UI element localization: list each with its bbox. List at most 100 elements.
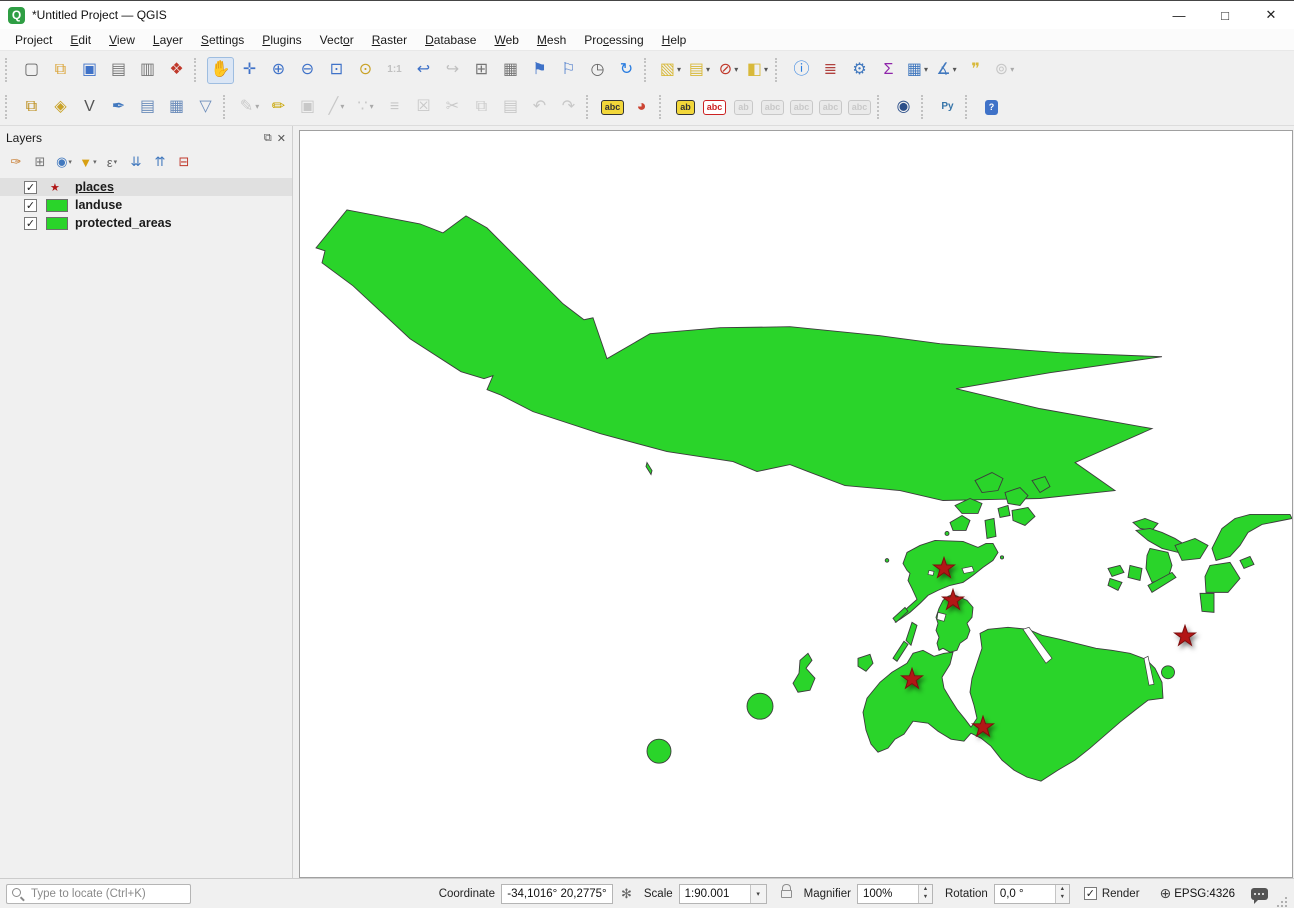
dropdown-arrow-icon[interactable]: ▾	[370, 103, 374, 111]
remove-layer-button[interactable]: ⊟	[172, 151, 196, 173]
highlight-pinned-labels-button[interactable]: abc	[701, 94, 728, 121]
dropdown-arrow-icon[interactable]: ▾	[1010, 66, 1014, 74]
menu-plugins[interactable]: Plugins	[253, 31, 310, 49]
dropdown-arrow-icon[interactable]: ▾	[255, 103, 259, 111]
rotation-up-icon[interactable]: ▲	[1060, 886, 1065, 894]
layer-checkbox[interactable]: ✓	[24, 181, 37, 194]
new-spatialite-layer-button[interactable]: ✒	[105, 94, 132, 121]
map-canvas[interactable]	[299, 130, 1293, 878]
open-attribute-table-button[interactable]: ▦▾	[904, 57, 931, 84]
measure-button[interactable]: ∡▾	[933, 57, 960, 84]
map-tips-button[interactable]: ❞	[962, 57, 989, 84]
pan-map-button[interactable]: ✋	[207, 57, 234, 84]
show-layout-manager-button[interactable]: ▥	[134, 57, 161, 84]
rotation-spinbox[interactable]: 0,0 ° ▲▼	[994, 884, 1070, 904]
select-by-location-button[interactable]: ◧▾	[744, 57, 771, 84]
new-map-view-button[interactable]: ⊞	[468, 57, 495, 84]
pan-to-selection-button[interactable]: ✛	[236, 57, 263, 84]
dropdown-arrow-icon[interactable]: ▾	[924, 66, 928, 74]
zoom-out-button[interactable]: ⊖	[294, 57, 321, 84]
dropdown-arrow-icon[interactable]: ▾	[764, 66, 768, 74]
new-print-layout-button[interactable]: ▤	[105, 57, 132, 84]
processing-toolbox-button[interactable]: ⚙	[846, 57, 873, 84]
magnifier-down-icon[interactable]: ▼	[923, 894, 928, 902]
rotation-down-icon[interactable]: ▼	[1060, 894, 1065, 902]
layer-diagram-options-button[interactable]: ◕	[628, 94, 655, 121]
scale-dropdown-icon[interactable]: ▾	[750, 885, 766, 903]
save-project-button[interactable]: ▣	[76, 57, 103, 84]
magnifier-up-icon[interactable]: ▲	[923, 886, 928, 894]
menu-help[interactable]: Help	[653, 31, 696, 49]
dropdown-arrow-icon[interactable]: ▾	[68, 158, 72, 166]
menu-vector[interactable]: Vector	[311, 31, 363, 49]
lock-scale-icon[interactable]	[781, 890, 792, 898]
identify-features-button[interactable]: ⓘ	[788, 57, 815, 84]
menu-project[interactable]: Project	[6, 31, 61, 49]
menu-mesh[interactable]: Mesh	[528, 31, 575, 49]
new-mesh-layer-button[interactable]: ▽	[192, 94, 219, 121]
toggle-editing-button[interactable]: ✏	[265, 94, 292, 121]
new-geopackage-layer-button[interactable]: ◈	[47, 94, 74, 121]
show-spatial-bookmarks-button[interactable]: ⚐	[555, 57, 582, 84]
menu-database[interactable]: Database	[416, 31, 485, 49]
layer-row-landuse[interactable]: ✓ landuse	[0, 196, 292, 214]
new-virtual-layer-button[interactable]: ▦	[163, 94, 190, 121]
new-spatial-bookmark-button[interactable]: ⚑	[526, 57, 553, 84]
pin-labels-button[interactable]: ab	[672, 94, 699, 121]
coordinate-value[interactable]: -34,1016° 20,2775°	[501, 884, 613, 904]
show-statistics-button[interactable]: Σ	[875, 57, 902, 84]
close-button[interactable]: ✕	[1248, 1, 1294, 29]
refresh-map-button[interactable]: ↻	[613, 57, 640, 84]
menu-raster[interactable]: Raster	[363, 31, 416, 49]
new-shapefile-layer-button[interactable]: V	[76, 94, 103, 121]
style-manager-button[interactable]: ❖	[163, 57, 190, 84]
python-console-button[interactable]: Py	[934, 94, 961, 121]
layer-name[interactable]: places	[75, 180, 114, 194]
minimize-button[interactable]: —	[1156, 1, 1202, 29]
layer-checkbox[interactable]: ✓	[24, 217, 37, 230]
menu-edit[interactable]: Edit	[61, 31, 100, 49]
locator-search[interactable]	[6, 884, 191, 904]
panel-float-icon[interactable]: ⧉	[264, 132, 272, 145]
deselect-features-button[interactable]: ⊘▾	[715, 57, 742, 84]
select-features-button[interactable]: ▧▾	[657, 57, 684, 84]
mouse-position-icon[interactable]: ✻	[621, 886, 632, 902]
metasearch-button[interactable]: ◉	[890, 94, 917, 121]
menu-settings[interactable]: Settings	[192, 31, 253, 49]
help-contents-button[interactable]: ?	[978, 94, 1005, 121]
new-project-button[interactable]: ▢	[18, 57, 45, 84]
layer-name[interactable]: landuse	[75, 198, 122, 212]
manage-map-themes-button[interactable]: ◉▾	[52, 151, 76, 173]
statistical-summary-button[interactable]: ≣	[817, 57, 844, 84]
maximize-button[interactable]: □	[1202, 1, 1248, 29]
add-group-button[interactable]: ⊞	[28, 151, 52, 173]
dropdown-arrow-icon[interactable]: ▾	[953, 66, 957, 74]
panel-close-icon[interactable]: ✕	[277, 132, 286, 145]
layer-name[interactable]: protected_areas	[75, 216, 172, 230]
open-layer-styling-dock-button[interactable]: ✑	[4, 151, 28, 173]
layer-labeling-options-button[interactable]: abc	[599, 94, 626, 121]
new-3d-map-view-button[interactable]: ▦	[497, 57, 524, 84]
dropdown-arrow-icon[interactable]: ▾	[340, 103, 344, 111]
locator-input[interactable]	[6, 884, 191, 904]
resize-grip[interactable]	[1278, 898, 1288, 908]
filter-legend-button[interactable]: ▼▾	[76, 151, 100, 173]
dropdown-arrow-icon[interactable]: ▾	[114, 158, 118, 166]
dropdown-arrow-icon[interactable]: ▾	[93, 158, 97, 166]
layer-checkbox[interactable]: ✓	[24, 199, 37, 212]
dropdown-arrow-icon[interactable]: ▾	[734, 66, 738, 74]
layer-row-places[interactable]: ✓★places	[0, 178, 292, 196]
menu-layer[interactable]: Layer	[144, 31, 192, 49]
filter-by-expression-button[interactable]: ε▾	[100, 151, 124, 173]
new-temporary-scratch-layer-button[interactable]: ▤	[134, 94, 161, 121]
zoom-full-button[interactable]: ⊡	[323, 57, 350, 84]
menu-view[interactable]: View	[100, 31, 144, 49]
zoom-to-selection-button[interactable]: ⊙	[352, 57, 379, 84]
open-project-button[interactable]: ⧉	[47, 57, 74, 84]
menu-processing[interactable]: Processing	[575, 31, 652, 49]
messages-icon[interactable]	[1251, 888, 1268, 900]
menu-web[interactable]: Web	[485, 31, 527, 49]
crs-status[interactable]: EPSG:4326	[1174, 888, 1235, 900]
collapse-all-button[interactable]: ⇈	[148, 151, 172, 173]
open-data-source-manager-button[interactable]: ⧉	[18, 94, 45, 121]
